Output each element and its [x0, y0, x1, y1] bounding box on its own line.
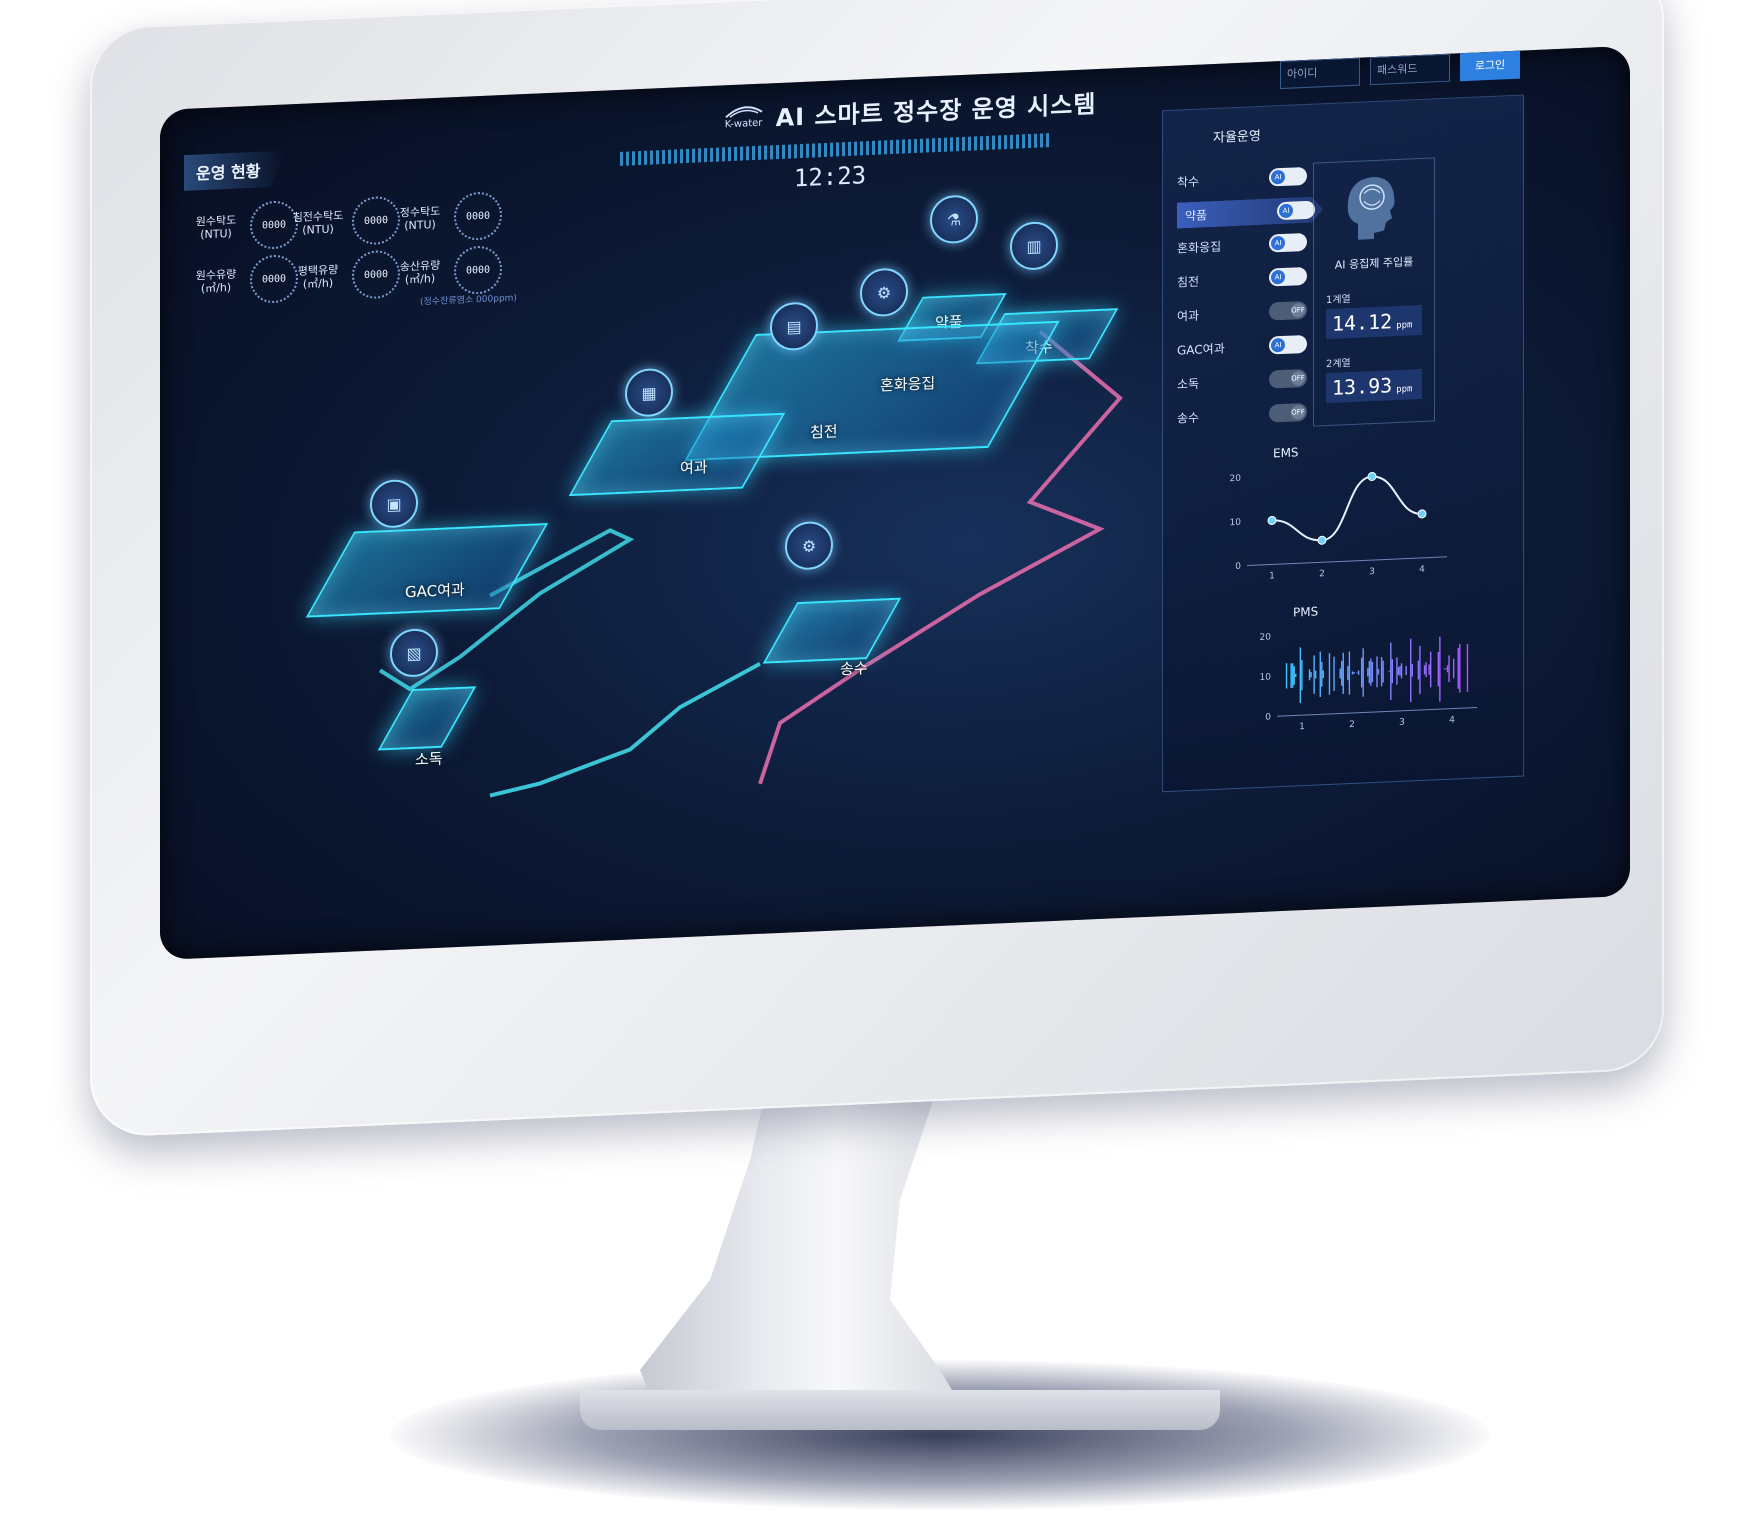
autonomous-title: 자율운영: [1213, 128, 1261, 147]
toggle-row: GAC여과 AI: [1177, 334, 1307, 359]
series-label: 1계열: [1326, 294, 1351, 307]
x-axis: [1247, 556, 1447, 567]
ems-title: EMS: [1273, 445, 1299, 461]
x-tick-label: 2: [1319, 569, 1325, 579]
x-tick-label: 4: [1449, 715, 1455, 725]
pms-title: PMS: [1293, 604, 1319, 620]
ems-chart: 0 10 20 1 2 3 4: [1230, 471, 1447, 582]
toggle-label: GAC여과: [1177, 341, 1225, 358]
ems-point: [1367, 471, 1377, 481]
toggle-label: 혼화응집: [1177, 239, 1222, 256]
ems-point: [1317, 535, 1327, 545]
toggle-label: 여과: [1177, 308, 1200, 324]
toggle-row: 침전 AI: [1177, 266, 1307, 291]
toggle-switch[interactable]: AI: [1277, 201, 1315, 221]
series-number: 14.12: [1332, 309, 1393, 336]
ai-dosing-box: AI 응집제 주입률 1계열 14.12 ppm 2계열 13.93 ppm: [1313, 157, 1435, 427]
autonomous-panel: 자율운영 착수 AI 약품 AI 혼화응집 AI 침전 AI 여과 OFF GA…: [1162, 94, 1524, 793]
label-disinfection: 소독: [415, 749, 443, 769]
series-value: 14.12 ppm: [1326, 304, 1422, 340]
toggle-switch[interactable]: OFF: [1269, 368, 1307, 389]
series-value: 13.93 ppm: [1326, 368, 1422, 404]
toggle-state: AI: [1271, 269, 1285, 285]
toggle-switch[interactable]: AI: [1269, 266, 1307, 287]
y-tick-label: 0: [1235, 562, 1241, 572]
x-tick-label: 1: [1299, 722, 1305, 732]
x-tick-label: 4: [1419, 565, 1425, 575]
pms-chart: 0 10 20 1 2 3 4: [1260, 632, 1477, 732]
label-filtration: 여과: [680, 458, 708, 478]
x-axis: [1277, 706, 1477, 717]
toggle-switch[interactable]: OFF: [1269, 300, 1307, 321]
toggle-state: AI: [1271, 337, 1285, 353]
ems-point: [1417, 509, 1427, 519]
id-field[interactable]: 아이디: [1280, 57, 1360, 90]
toggle-switch[interactable]: OFF: [1269, 402, 1307, 423]
ai-dosing-title: AI 응집제 주입률: [1334, 255, 1414, 272]
toggle-label: 착수: [1177, 174, 1200, 190]
series-unit: ppm: [1396, 384, 1413, 396]
toggle-row: 혼화응집 AI: [1177, 232, 1307, 257]
label-gac: GAC여과: [405, 580, 465, 602]
ems-line: [1271, 475, 1423, 542]
toggle-row: 소독 OFF: [1177, 368, 1307, 393]
toggle-label: 송수: [1177, 410, 1200, 426]
series-label: 2계열: [1326, 358, 1351, 371]
label-coagulation: 혼화응집: [880, 374, 936, 395]
pipe-network: [378, 330, 1123, 798]
toggle-state: AI: [1271, 169, 1285, 185]
toggle-row: 착수 AI: [1177, 166, 1307, 191]
series-number: 13.93: [1332, 373, 1393, 400]
x-tick-label: 3: [1369, 567, 1375, 577]
y-tick-label: 10: [1260, 672, 1272, 683]
toggle-state: OFF: [1291, 405, 1305, 420]
toggle-switch[interactable]: AI: [1269, 166, 1307, 187]
password-field[interactable]: 패스워드: [1370, 53, 1450, 86]
monitor-foot: [580, 1390, 1220, 1430]
toggle-state: OFF: [1291, 303, 1305, 318]
toggle-switch[interactable]: AI: [1269, 232, 1307, 253]
toggle-row: 송수 OFF: [1177, 402, 1307, 427]
toggle-state: AI: [1279, 204, 1293, 219]
toggle-row: 약품 AI: [1177, 196, 1323, 228]
y-tick-label: 10: [1230, 518, 1242, 529]
label-transmission: 송수: [840, 659, 868, 679]
series-unit: ppm: [1396, 320, 1413, 332]
toggle-state: OFF: [1291, 371, 1305, 386]
x-tick-label: 3: [1399, 718, 1405, 728]
toggle-label: 침전: [1177, 274, 1200, 290]
y-tick-label: 20: [1230, 474, 1242, 485]
brain-head-icon: [1347, 177, 1395, 240]
toggle-row: 여과 OFF: [1177, 300, 1307, 325]
toggle-label: 약품: [1185, 207, 1208, 223]
x-tick-label: 1: [1269, 571, 1275, 581]
x-tick-label: 2: [1349, 720, 1355, 730]
label-sedimentation: 침전: [810, 422, 838, 442]
toggle-switch[interactable]: AI: [1269, 334, 1307, 355]
y-tick-label: 0: [1265, 712, 1271, 722]
y-tick-label: 20: [1260, 632, 1272, 643]
login-button[interactable]: 로그인: [1460, 50, 1520, 82]
toggle-label: 소독: [1177, 376, 1200, 392]
ems-point: [1267, 515, 1277, 525]
toggle-state: AI: [1271, 235, 1285, 251]
monitor-screen: K-water AI 스마트 정수장 운영 시스템 12:23 아이디 패스워드…: [160, 45, 1630, 960]
